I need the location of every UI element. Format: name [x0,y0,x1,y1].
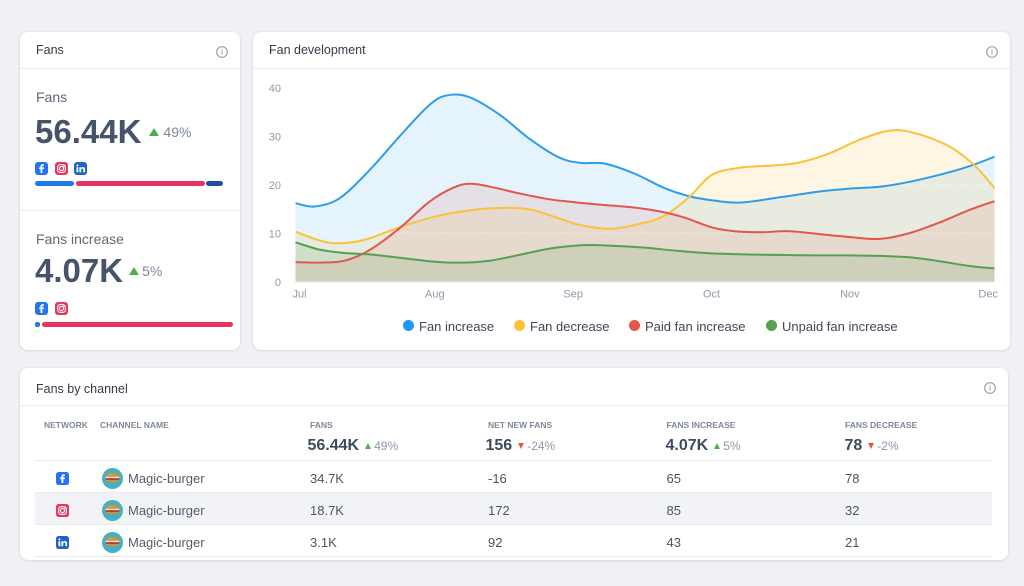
svg-text:Aug: Aug [425,289,445,301]
svg-text:Jul: Jul [292,289,306,301]
svg-text:Nov: Nov [840,289,860,301]
svg-text:0: 0 [275,277,281,289]
svg-text:Dec: Dec [978,289,998,301]
svg-text:40: 40 [269,83,281,95]
svg-text:Sep: Sep [563,289,583,301]
svg-text:20: 20 [269,180,281,192]
svg-text:Oct: Oct [703,289,720,301]
svg-text:30: 30 [269,132,281,144]
svg-text:10: 10 [269,229,281,241]
